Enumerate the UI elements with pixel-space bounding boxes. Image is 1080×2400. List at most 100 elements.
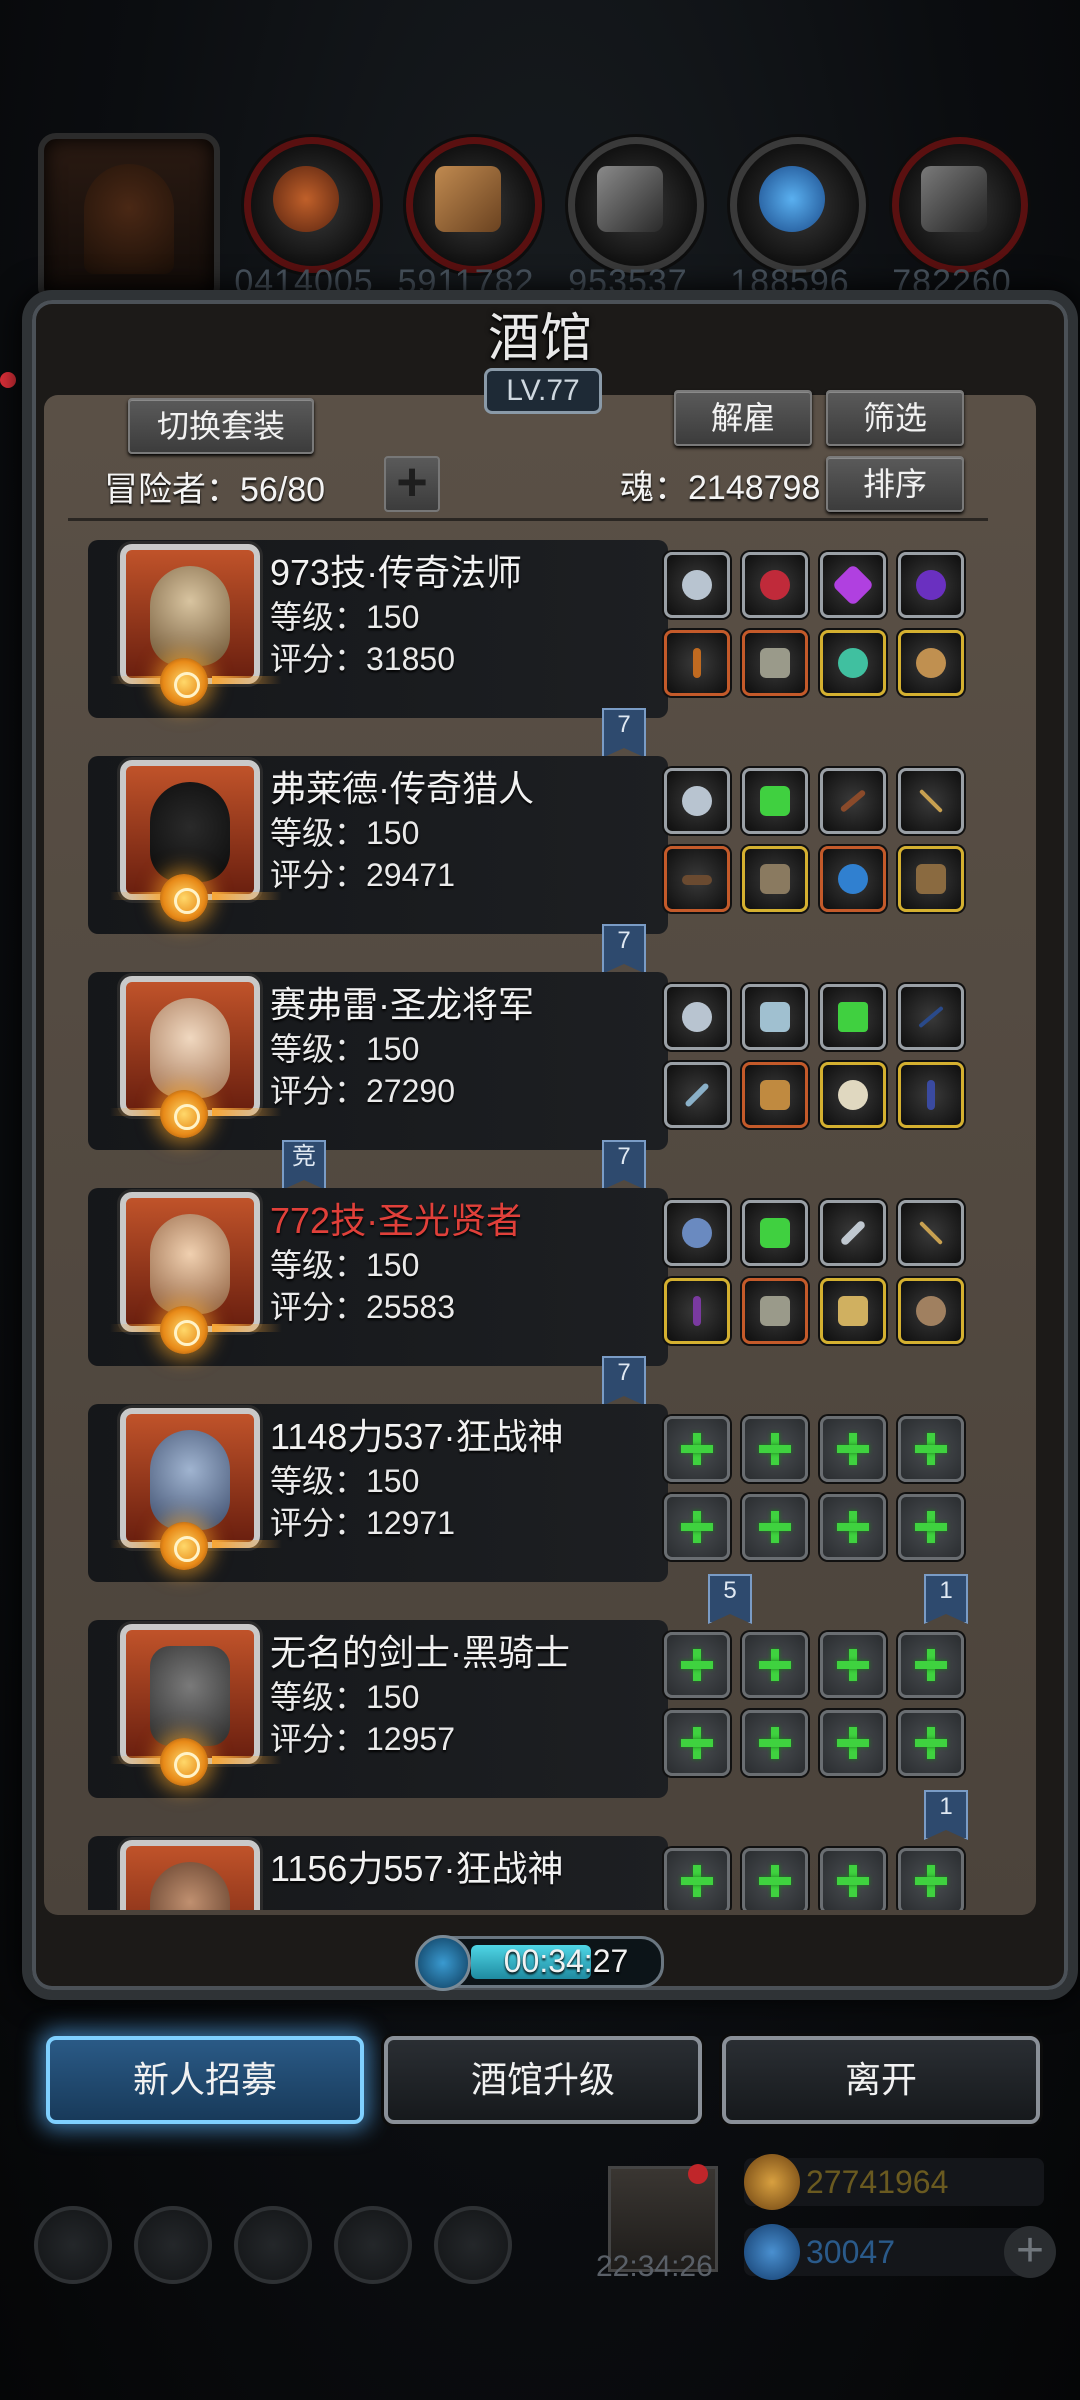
empty-equip-slot-plus-icon[interactable] xyxy=(820,1494,886,1560)
empty-equip-slot-plus-icon[interactable] xyxy=(664,1494,730,1560)
hero-row[interactable]: 赛弗雷·圣龙将军 等级：150 评分：27290 竞 7 xyxy=(82,962,998,1190)
hero-score: 评分：29471 xyxy=(270,857,455,893)
wood-icon xyxy=(435,166,501,232)
equip-helm-icon[interactable] xyxy=(664,768,730,834)
equip-orb-icon[interactable] xyxy=(820,846,886,912)
equip-helm-icon[interactable] xyxy=(664,984,730,1050)
empty-equip-slot-plus-icon[interactable] xyxy=(664,1416,730,1482)
empty-equip-slot-plus-icon[interactable] xyxy=(820,1632,886,1698)
equip-sword-icon[interactable] xyxy=(898,768,964,834)
player-avatar[interactable] xyxy=(38,133,220,305)
sort-button[interactable]: 排序 xyxy=(826,456,964,512)
equip-lantern-icon[interactable] xyxy=(820,984,886,1050)
hero-portrait[interactable] xyxy=(120,1840,260,1910)
equip-gem-icon[interactable] xyxy=(742,768,808,834)
add-currency-button[interactable]: + xyxy=(1004,2226,1056,2278)
settings-icon[interactable] xyxy=(34,2206,112,2284)
crystal-resource[interactable] xyxy=(730,137,866,273)
wood-resource[interactable] xyxy=(406,137,542,273)
empty-equip-slot-plus-icon[interactable] xyxy=(742,1416,808,1482)
equip-amulet-icon[interactable] xyxy=(742,552,808,618)
mail-icon[interactable] xyxy=(334,2206,412,2284)
empty-equip-slot-plus-icon[interactable] xyxy=(664,1710,730,1776)
equip-gem-icon[interactable] xyxy=(742,1200,808,1266)
hero-name: 1156力557·狂战神 xyxy=(270,1848,564,1889)
equip-gauntlet-icon[interactable] xyxy=(898,1278,964,1344)
equip-boots-icon[interactable] xyxy=(742,984,808,1050)
tavern-upgrade-button[interactable]: 酒馆升级 xyxy=(384,2036,702,2124)
berserker-face-icon xyxy=(150,1430,230,1530)
empty-equip-slot-plus-icon[interactable] xyxy=(664,1848,730,1910)
empty-equip-slot-plus-icon[interactable] xyxy=(742,1848,808,1910)
star-badge-icon xyxy=(160,1738,208,1786)
empty-equip-slot-plus-icon[interactable] xyxy=(898,1632,964,1698)
hero-score: 评分：25583 xyxy=(270,1289,455,1325)
empty-equip-slot-plus-icon[interactable] xyxy=(898,1710,964,1776)
gate-icon[interactable] xyxy=(234,2206,312,2284)
holy-sage-face-icon xyxy=(150,1214,230,1314)
equip-bracelet-icon[interactable] xyxy=(898,630,964,696)
equip-shield-icon[interactable] xyxy=(820,1062,886,1128)
equip-sword-icon[interactable] xyxy=(898,1200,964,1266)
rank-icon[interactable] xyxy=(434,2206,512,2284)
stone-resource[interactable] xyxy=(892,137,1028,273)
hero-row[interactable]: 弗莱德·传奇猎人 等级：150 评分：29471 7 xyxy=(82,746,998,974)
star-badge-icon xyxy=(160,1090,208,1138)
dismiss-button[interactable]: 解雇 xyxy=(674,390,812,446)
equip-gun-icon[interactable] xyxy=(664,846,730,912)
equip-staff-icon[interactable] xyxy=(664,1278,730,1344)
hero-row[interactable]: 1156力557·狂战神 xyxy=(82,1826,998,1910)
iron-resource[interactable] xyxy=(568,137,704,273)
empty-equip-slot-plus-icon[interactable] xyxy=(742,1710,808,1776)
equip-armor-icon[interactable] xyxy=(742,846,808,912)
equip-spear-icon[interactable] xyxy=(664,1062,730,1128)
shield-icon[interactable] xyxy=(134,2206,212,2284)
equip-gem-icon[interactable] xyxy=(820,552,886,618)
empty-equip-slot-plus-icon[interactable] xyxy=(898,1848,964,1910)
filter-button[interactable]: 筛选 xyxy=(826,390,964,446)
equip-armor-icon[interactable] xyxy=(742,1278,808,1344)
equip-helm-icon[interactable] xyxy=(664,552,730,618)
equip-armor-icon[interactable] xyxy=(742,1062,808,1128)
equip-wand-icon[interactable] xyxy=(898,1062,964,1128)
equip-armor-icon[interactable] xyxy=(742,630,808,696)
empty-equip-slot-plus-icon[interactable] xyxy=(820,1848,886,1910)
empty-equip-slot-plus-icon[interactable] xyxy=(820,1710,886,1776)
recruit-button[interactable]: 新人招募 xyxy=(46,2036,364,2124)
equip-helm-icon[interactable] xyxy=(664,1200,730,1266)
leave-button[interactable]: 离开 xyxy=(722,2036,1040,2124)
empty-equip-slot-plus-icon[interactable] xyxy=(898,1416,964,1482)
equip-bracer-icon[interactable] xyxy=(898,846,964,912)
hero-row[interactable]: 973技·传奇法师 等级：150 评分：31850 7 xyxy=(82,530,998,758)
hero-name: 772技·圣光贤者 xyxy=(270,1200,523,1241)
ore-resource[interactable] xyxy=(244,137,380,273)
empty-equip-slot-plus-icon[interactable] xyxy=(664,1632,730,1698)
panel-title: 酒馆 xyxy=(487,309,592,369)
equip-ring-icon[interactable] xyxy=(820,630,886,696)
adventurer-count: 冒险者：56/80 xyxy=(104,471,326,509)
equip-orb-icon[interactable] xyxy=(898,552,964,618)
empty-equip-slot-plus-icon[interactable] xyxy=(820,1416,886,1482)
hero-level: 等级：150 xyxy=(270,1247,420,1283)
equip-staff-icon[interactable] xyxy=(664,630,730,696)
female-general-face-icon xyxy=(150,998,230,1098)
hero-level: 等级：150 xyxy=(270,599,420,635)
empty-equip-slot-plus-icon[interactable] xyxy=(898,1494,964,1560)
hero-list[interactable]: 973技·传奇法师 等级：150 评分：31850 7 弗莱德·传奇猎人 等级：… xyxy=(82,530,998,1910)
hero-row[interactable]: 772技·圣光贤者 等级：150 评分：25583 7 xyxy=(82,1178,998,1406)
switch-set-button[interactable]: 切换套装 xyxy=(128,398,314,454)
hero-level: 等级：150 xyxy=(270,1679,420,1715)
hero-row[interactable]: 1148力537·狂战神 等级：150 评分：12971 5 1 xyxy=(82,1394,998,1624)
gem-icon xyxy=(744,2224,800,2280)
empty-equip-slot-plus-icon[interactable] xyxy=(742,1632,808,1698)
clock-icon xyxy=(415,1935,471,1991)
add-slot-button[interactable]: + xyxy=(384,455,440,512)
equip-crown-icon[interactable] xyxy=(820,1278,886,1344)
tavern-level: LV.77 xyxy=(484,368,602,414)
hero-name: 赛弗雷·圣龙将军 xyxy=(270,984,534,1025)
equip-bow-icon[interactable] xyxy=(898,984,964,1050)
equip-bow-icon[interactable] xyxy=(820,768,886,834)
hero-row[interactable]: 无名的剑士·黑骑士 等级：150 评分：12957 1 xyxy=(82,1610,998,1840)
equip-dagger-icon[interactable] xyxy=(820,1200,886,1266)
empty-equip-slot-plus-icon[interactable] xyxy=(742,1494,808,1560)
